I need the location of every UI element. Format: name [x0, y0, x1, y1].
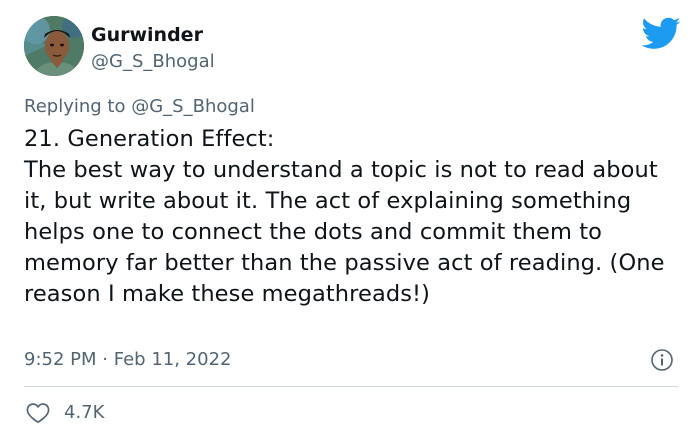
- info-icon[interactable]: [650, 348, 674, 372]
- tweet-time: 9:52 PM: [24, 349, 97, 370]
- avatar[interactable]: [24, 16, 84, 76]
- replying-to-mention[interactable]: @G_S_Bhogal: [131, 96, 255, 117]
- tweet-date: Feb 11, 2022: [113, 349, 232, 370]
- replying-to: Replying to @G_S_Bhogal: [24, 96, 255, 118]
- avatar-image: [24, 16, 84, 76]
- author-handle[interactable]: @G_S_Bhogal: [91, 51, 215, 73]
- divider: [24, 386, 678, 387]
- tweet-card: Gurwinder @G_S_Bhogal Replying to @G_S_B…: [0, 0, 700, 441]
- tweet-timestamp[interactable]: 9:52 PM · Feb 11, 2022: [24, 349, 231, 371]
- heart-icon[interactable]: [26, 402, 50, 424]
- replying-to-label: Replying to: [24, 96, 126, 117]
- timestamp-separator: ·: [102, 349, 108, 370]
- like-count[interactable]: 4.7K: [64, 402, 104, 424]
- tweet-text: 21. Generation Effect: The best way to u…: [24, 126, 665, 307]
- author-display-name[interactable]: Gurwinder: [91, 24, 203, 46]
- twitter-bird-icon[interactable]: [641, 17, 681, 51]
